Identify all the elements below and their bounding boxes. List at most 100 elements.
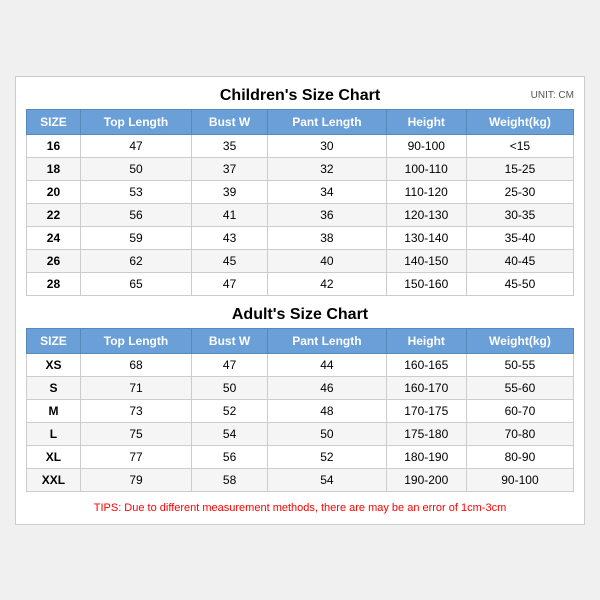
table-cell: <15 <box>466 134 573 157</box>
children-header-cell: SIZE <box>27 109 81 134</box>
table-cell: 25-30 <box>466 180 573 203</box>
table-cell: 110-120 <box>386 180 466 203</box>
table-cell: 140-150 <box>386 249 466 272</box>
table-cell: 47 <box>192 272 268 295</box>
table-cell: 38 <box>268 226 386 249</box>
table-row: 22564136120-13030-35 <box>27 203 574 226</box>
table-cell: 150-160 <box>386 272 466 295</box>
table-cell: 30-35 <box>466 203 573 226</box>
table-cell: 45-50 <box>466 272 573 295</box>
table-row: 24594338130-14035-40 <box>27 226 574 249</box>
table-cell: 26 <box>27 249 81 272</box>
table-cell: 50 <box>268 422 386 445</box>
adult-header-cell: Weight(kg) <box>466 328 573 353</box>
table-cell: 190-200 <box>386 468 466 491</box>
table-cell: 47 <box>192 353 268 376</box>
table-cell: 55-60 <box>466 376 573 399</box>
chart-container: Children's Size Chart UNIT: CM SIZETop L… <box>15 76 585 525</box>
table-cell: 24 <box>27 226 81 249</box>
table-cell: 62 <box>80 249 191 272</box>
table-cell: L <box>27 422 81 445</box>
table-cell: 71 <box>80 376 191 399</box>
table-cell: 39 <box>192 180 268 203</box>
children-header-cell: Bust W <box>192 109 268 134</box>
adult-header-cell: Pant Length <box>268 328 386 353</box>
table-cell: XL <box>27 445 81 468</box>
tips-text: TIPS: Due to different measurement metho… <box>26 502 574 514</box>
table-cell: 35-40 <box>466 226 573 249</box>
adult-header-row: SIZETop LengthBust WPant LengthHeightWei… <box>27 328 574 353</box>
table-cell: S <box>27 376 81 399</box>
table-cell: 48 <box>268 399 386 422</box>
table-cell: 160-170 <box>386 376 466 399</box>
table-cell: 44 <box>268 353 386 376</box>
table-cell: XXL <box>27 468 81 491</box>
table-row: L755450175-18070-80 <box>27 422 574 445</box>
adult-header-cell: Height <box>386 328 466 353</box>
table-cell: 34 <box>268 180 386 203</box>
children-header-row: SIZETop LengthBust WPant LengthHeightWei… <box>27 109 574 134</box>
table-row: 20533934110-12025-30 <box>27 180 574 203</box>
table-cell: 59 <box>80 226 191 249</box>
table-cell: 130-140 <box>386 226 466 249</box>
table-cell: 30 <box>268 134 386 157</box>
table-cell: 56 <box>192 445 268 468</box>
table-cell: 42 <box>268 272 386 295</box>
table-cell: 37 <box>192 157 268 180</box>
children-header-cell: Weight(kg) <box>466 109 573 134</box>
table-row: 1647353090-100<15 <box>27 134 574 157</box>
table-cell: 175-180 <box>386 422 466 445</box>
table-cell: 54 <box>268 468 386 491</box>
table-cell: 50 <box>80 157 191 180</box>
table-cell: 60-70 <box>466 399 573 422</box>
table-cell: 79 <box>80 468 191 491</box>
table-cell: 120-130 <box>386 203 466 226</box>
table-cell: 45 <box>192 249 268 272</box>
table-cell: 43 <box>192 226 268 249</box>
table-cell: 77 <box>80 445 191 468</box>
table-cell: 54 <box>192 422 268 445</box>
table-cell: 73 <box>80 399 191 422</box>
table-row: 26624540140-15040-45 <box>27 249 574 272</box>
table-cell: 80-90 <box>466 445 573 468</box>
table-cell: 22 <box>27 203 81 226</box>
adult-chart-title: Adult's Size Chart <box>232 306 368 324</box>
table-cell: 56 <box>80 203 191 226</box>
table-cell: 180-190 <box>386 445 466 468</box>
table-cell: 46 <box>268 376 386 399</box>
table-cell: 41 <box>192 203 268 226</box>
children-table: SIZETop LengthBust WPant LengthHeightWei… <box>26 109 574 296</box>
table-row: XL775652180-19080-90 <box>27 445 574 468</box>
table-row: M735248170-17560-70 <box>27 399 574 422</box>
table-cell: 20 <box>27 180 81 203</box>
children-header-cell: Height <box>386 109 466 134</box>
table-row: XXL795854190-20090-100 <box>27 468 574 491</box>
unit-label: UNIT: CM <box>531 90 574 101</box>
table-cell: 40-45 <box>466 249 573 272</box>
table-cell: 160-165 <box>386 353 466 376</box>
table-cell: 68 <box>80 353 191 376</box>
adult-title-row: Adult's Size Chart <box>26 306 574 324</box>
table-cell: 28 <box>27 272 81 295</box>
table-cell: 15-25 <box>466 157 573 180</box>
table-row: 28654742150-16045-50 <box>27 272 574 295</box>
table-cell: 40 <box>268 249 386 272</box>
children-header-cell: Top Length <box>80 109 191 134</box>
adult-header-cell: Bust W <box>192 328 268 353</box>
table-cell: XS <box>27 353 81 376</box>
table-cell: 50-55 <box>466 353 573 376</box>
table-cell: 90-100 <box>386 134 466 157</box>
children-chart-title: Children's Size Chart <box>220 87 380 105</box>
table-cell: 18 <box>27 157 81 180</box>
adult-header-cell: Top Length <box>80 328 191 353</box>
table-cell: 52 <box>192 399 268 422</box>
table-cell: 65 <box>80 272 191 295</box>
table-cell: 90-100 <box>466 468 573 491</box>
table-cell: 53 <box>80 180 191 203</box>
table-cell: M <box>27 399 81 422</box>
table-cell: 47 <box>80 134 191 157</box>
children-title-row: Children's Size Chart UNIT: CM <box>26 87 574 105</box>
table-cell: 32 <box>268 157 386 180</box>
table-cell: 100-110 <box>386 157 466 180</box>
table-row: S715046160-17055-60 <box>27 376 574 399</box>
